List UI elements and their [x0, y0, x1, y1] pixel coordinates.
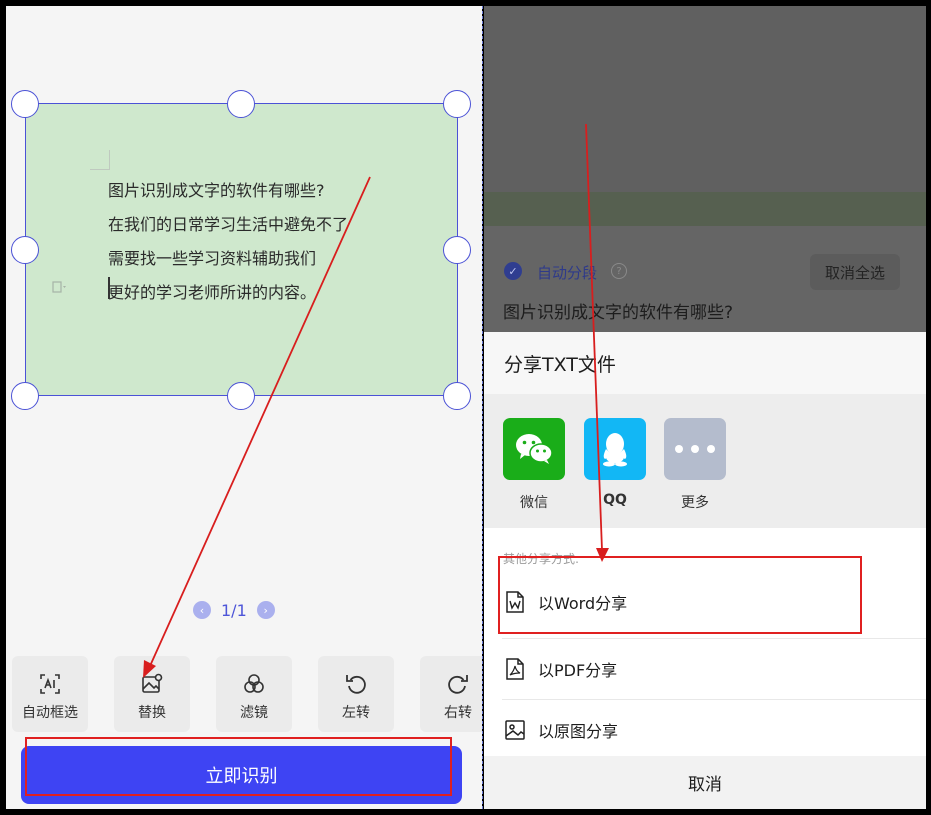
result-preview-text: 图片识别成文字的软件有哪些? [503, 303, 734, 323]
crop-handle-bottom-left[interactable] [11, 382, 39, 410]
auto-select-icon [12, 672, 88, 696]
app-label: QQ [603, 492, 627, 508]
chevron-right-icon: › [263, 603, 268, 617]
dimmed-overlay [484, 6, 926, 192]
more-icon [664, 418, 726, 480]
tool-label: 自动框选 [22, 705, 78, 721]
share-as-pdf-option[interactable]: 以PDF分享 [484, 639, 926, 699]
share-qq-button[interactable]: QQ [584, 418, 646, 508]
crop-handle-top-right[interactable] [443, 90, 471, 118]
page-indicator: 1/1 [221, 600, 247, 620]
crop-handle-top-middle[interactable] [227, 90, 255, 118]
share-as-original-image-option[interactable]: 以原图分享 [484, 700, 926, 760]
document-line: 在我们的日常学习生活中避免不了 [108, 215, 349, 234]
auto-paragraph-label[interactable]: 自动分段 [537, 262, 597, 283]
next-page-button[interactable]: › [256, 601, 275, 619]
rotate-left-icon [318, 672, 394, 696]
recognize-highlight-box [25, 737, 452, 796]
tool-label: 替换 [138, 705, 166, 721]
screenshot-frame: 图片识别成文字的软件有哪些? 在我们的日常学习生活中避免不了 需要找一些学习资料… [0, 0, 931, 815]
document-line: 图片识别成文字的软件有哪些? [108, 181, 325, 200]
share-more-button[interactable]: 更多 [664, 418, 726, 512]
document-line: 需要找一些学习资料辅助我们 [108, 249, 317, 268]
share-panel: ✓ 自动分段 ? 取消全选 图片识别成文字的软件有哪些? 分享TXT文件 微信 … [484, 6, 926, 809]
share-app-row: 微信 QQ 更多 [484, 394, 926, 528]
qq-icon [584, 418, 646, 480]
option-label: 以原图分享 [538, 722, 619, 741]
filter-button[interactable]: 滤镜 [216, 656, 292, 732]
deselect-all-button[interactable]: 取消全选 [810, 254, 900, 290]
share-wechat-button[interactable]: 微信 [503, 418, 565, 512]
rotate-right-button[interactable]: 右转 [420, 656, 482, 732]
tool-label: 滤镜 [240, 705, 268, 721]
crop-handle-bottom-middle[interactable] [227, 382, 255, 410]
option-label: 以PDF分享 [538, 661, 618, 680]
image-edit-panel: 图片识别成文字的软件有哪些? 在我们的日常学习生活中避免不了 需要找一些学习资料… [6, 6, 482, 809]
panel-divider [482, 6, 483, 809]
replace-image-icon [114, 672, 190, 696]
document-line: 更好的学习老师所讲的内容。 [108, 283, 317, 302]
app-label: 微信 [520, 495, 548, 511]
pdf-file-icon [504, 658, 526, 680]
paste-icon [52, 280, 66, 294]
chevron-left-icon: ‹ [199, 603, 205, 617]
share-sheet-title: 分享TXT文件 [484, 332, 926, 394]
rotate-left-button[interactable]: 左转 [318, 656, 394, 732]
tool-label: 右转 [444, 705, 472, 721]
auto-select-button[interactable]: 自动框选 [12, 656, 88, 732]
app-label: 更多 [681, 495, 709, 511]
help-icon[interactable]: ? [611, 263, 627, 279]
filter-icon [216, 672, 292, 696]
page-pager: ‹ 1/1 › [193, 598, 275, 622]
rotate-right-icon [420, 672, 482, 696]
crop-handle-bottom-right[interactable] [443, 382, 471, 410]
crop-handle-top-left[interactable] [11, 90, 39, 118]
crop-handle-middle-left[interactable] [11, 236, 39, 264]
previous-page-button[interactable]: ‹ [193, 601, 211, 619]
replace-button[interactable]: 替换 [114, 656, 190, 732]
cancel-button[interactable]: 取消 [484, 756, 926, 809]
document-corner-mark [90, 150, 110, 170]
text-cursor [108, 277, 110, 299]
image-file-icon [504, 719, 526, 741]
wechat-icon [503, 418, 565, 480]
tool-label: 左转 [342, 705, 370, 721]
checkmark-icon[interactable]: ✓ [504, 262, 522, 280]
word-option-highlight-box [498, 556, 862, 634]
dimmed-text-strip [484, 192, 926, 226]
crop-handle-middle-right[interactable] [443, 236, 471, 264]
